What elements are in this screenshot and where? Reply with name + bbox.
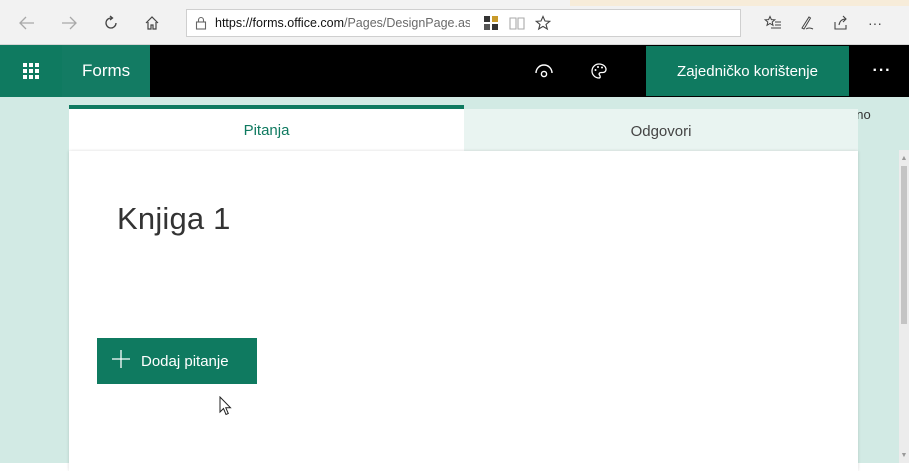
url-host: https://forms.office.com [215, 16, 344, 30]
plus-icon [111, 349, 131, 374]
share-button[interactable]: Zajedničko korištenje [646, 46, 849, 96]
form-card: Knjiga 1 Dodaj pitanje [69, 151, 858, 471]
tab-responses[interactable]: Odgovori [464, 109, 858, 151]
notification-strip [570, 0, 909, 6]
form-design-page: Spremljeno Odgovori Pitanja Knjiga 1 Dod… [0, 97, 909, 471]
back-arrow-icon[interactable] [14, 10, 40, 36]
page-scrollbar[interactable]: ▲ ▼ [899, 150, 909, 463]
app-launcher-icon[interactable] [0, 45, 62, 97]
preview-icon[interactable] [531, 58, 557, 84]
scroll-thumb[interactable] [901, 166, 907, 324]
address-bar[interactable]: https://forms.office.com/Pages/DesignPag… [186, 9, 741, 37]
add-question-label: Dodaj pitanje [141, 352, 229, 370]
lock-icon [187, 16, 215, 30]
mouse-cursor-icon [219, 395, 233, 416]
more-options-button[interactable]: ··· [862, 58, 902, 84]
refresh-icon[interactable] [98, 10, 124, 36]
forms-header: Forms Zajedničko korištenje ··· [0, 45, 909, 97]
more-icon[interactable]: ··· [858, 10, 892, 36]
share-icon[interactable] [824, 10, 858, 36]
app-brand[interactable]: Forms [62, 45, 150, 97]
favorites-icon[interactable] [756, 10, 790, 36]
pen-icon[interactable] [790, 10, 824, 36]
home-icon[interactable] [139, 10, 165, 36]
browser-toolbar: https://forms.office.com/Pages/DesignPag… [0, 0, 909, 45]
forward-arrow-icon[interactable] [56, 10, 82, 36]
form-title[interactable]: Knjiga 1 [117, 201, 231, 237]
add-question-button[interactable]: Dodaj pitanje [97, 338, 257, 384]
theme-icon[interactable] [586, 58, 612, 84]
scroll-down-icon[interactable]: ▼ [899, 451, 909, 459]
tab-questions[interactable]: Pitanja [69, 105, 464, 151]
extension-icon[interactable] [478, 10, 504, 36]
reading-view-icon[interactable] [504, 10, 530, 36]
scroll-up-icon[interactable]: ▲ [899, 154, 909, 162]
url-path: /Pages/DesignPage.aspx?Action=Create&aut… [343, 16, 470, 30]
star-icon[interactable] [530, 10, 556, 36]
url-text: https://forms.office.com/Pages/DesignPag… [215, 16, 470, 30]
